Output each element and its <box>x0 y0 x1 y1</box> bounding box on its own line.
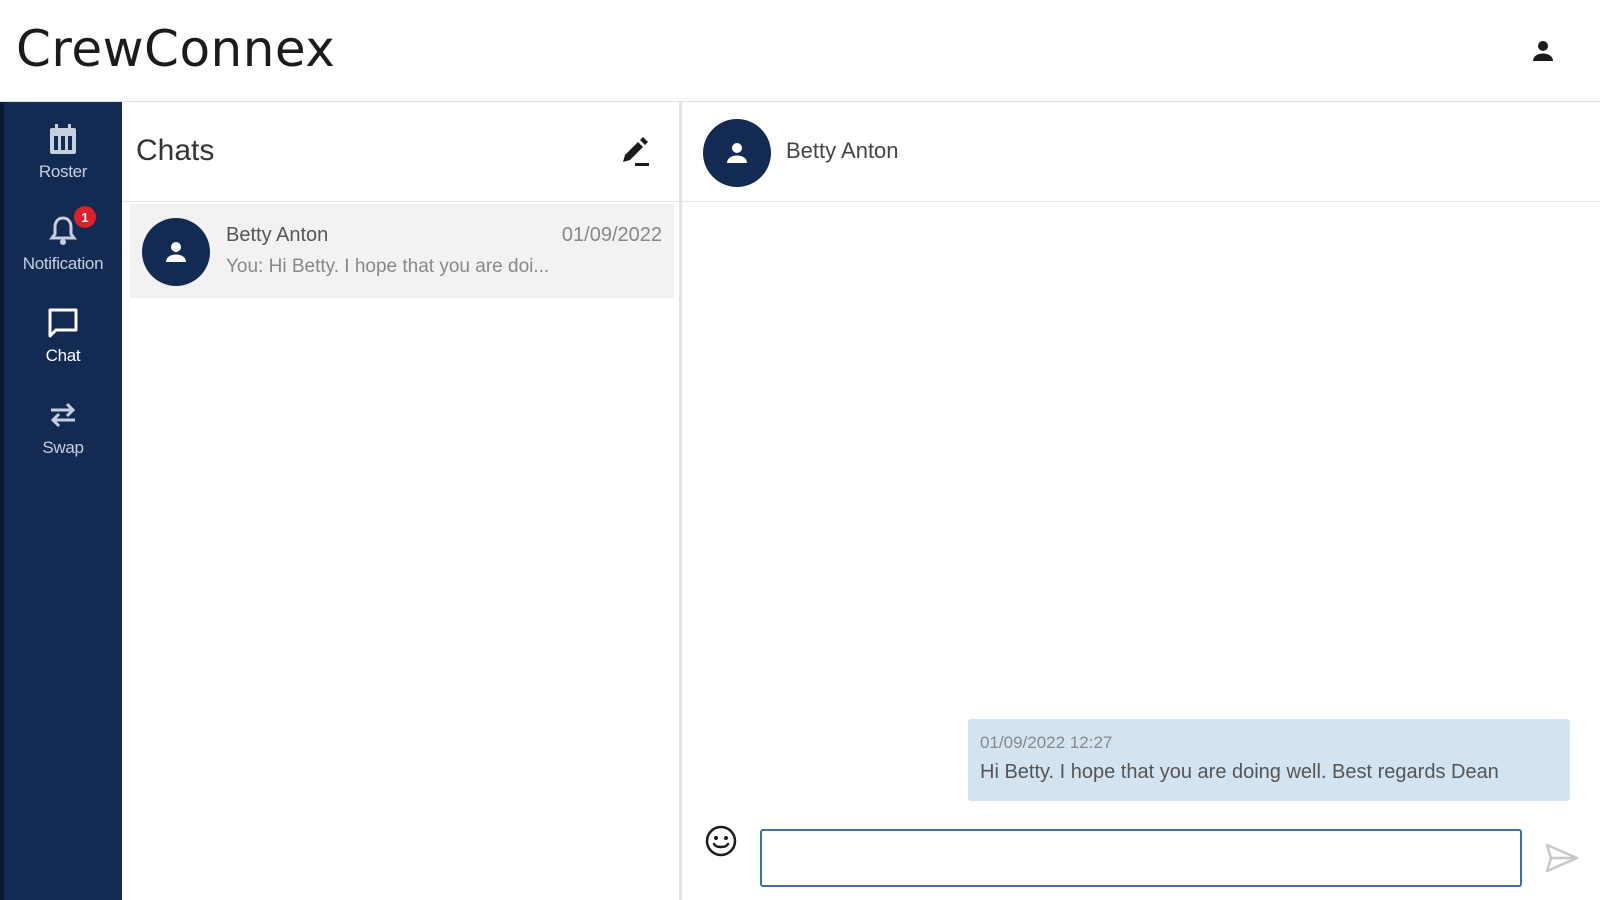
person-icon <box>727 143 747 163</box>
conversation-header: Betty Anton <box>682 102 1600 202</box>
conversation-date: 01/09/2022 <box>561 224 662 246</box>
message-timestamp: 01/09/2022 12:27 <box>980 733 1113 752</box>
app-title: CrewConnex <box>16 20 336 78</box>
new-chat-button[interactable] <box>619 136 651 168</box>
sidebar-item-roster[interactable]: Roster <box>4 122 122 202</box>
emoji-button[interactable] <box>704 824 738 858</box>
person-icon <box>1533 41 1553 61</box>
edit-pencil-icon <box>623 137 649 166</box>
message-text: Hi Betty. I hope that you are doing well… <box>980 761 1499 783</box>
smiley-icon <box>705 825 737 857</box>
chat-list-panel: Chats Betty Anton 01/09/2022 You: Hi Bet… <box>122 102 682 900</box>
sidebar-item-label: Notification <box>22 254 104 273</box>
conversation-list-item[interactable]: Betty Anton 01/09/2022 You: Hi Betty. I … <box>130 204 674 298</box>
send-icon <box>1545 843 1579 873</box>
app-header: CrewConnex <box>0 0 1600 102</box>
profile-button[interactable] <box>1528 36 1558 66</box>
conversation-preview: You: Hi Betty. I hope that you are doi..… <box>226 256 550 277</box>
message-input[interactable] <box>760 829 1522 887</box>
conversation-name: Betty Anton <box>226 224 329 246</box>
chat-list-title: Chats <box>136 134 215 167</box>
send-button[interactable] <box>1544 840 1580 876</box>
sidebar-item-label: Swap <box>42 438 84 457</box>
person-icon <box>166 242 186 262</box>
bell-icon: 1 <box>46 206 96 248</box>
sidebar-item-swap[interactable]: Swap <box>4 398 122 478</box>
notification-count-badge: 1 <box>74 206 96 228</box>
contact-avatar <box>703 119 771 187</box>
chat-list-header: Chats <box>122 102 679 202</box>
conversation-panel: Betty Anton 01/09/2022 12:27 Hi Betty. I… <box>682 102 1600 900</box>
contact-name: Betty Anton <box>786 138 899 163</box>
sidebar-nav: Roster 1 Notification Chat Swap <box>0 102 122 900</box>
sent-message: 01/09/2022 12:27 Hi Betty. I hope that y… <box>968 719 1570 801</box>
avatar <box>142 218 210 286</box>
chat-bubble-icon <box>46 306 80 340</box>
calendar-icon <box>46 122 80 156</box>
sidebar-item-notification[interactable]: 1 Notification <box>4 206 122 294</box>
sidebar-item-label: Roster <box>38 162 88 181</box>
sidebar-item-chat[interactable]: Chat <box>4 306 122 386</box>
sidebar-item-label: Chat <box>45 346 81 365</box>
swap-arrows-icon <box>46 398 80 432</box>
